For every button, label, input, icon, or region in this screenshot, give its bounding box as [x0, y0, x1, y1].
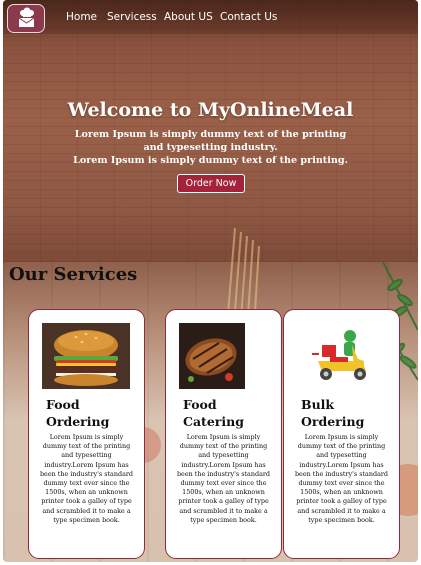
service-card-food-ordering: Food Ordering Lorem Ipsum is simply dumm… — [28, 309, 145, 559]
card-description: Lorem Ipsum is simply dummy text of the … — [176, 433, 271, 524]
card-title-line-2: Ordering — [46, 414, 110, 429]
card-description: Lorem Ipsum is simply dummy text of the … — [39, 433, 134, 524]
nav-contact-link[interactable]: Contact Us — [220, 11, 277, 23]
card-title-line-1: Food — [183, 397, 217, 412]
service-card-bulk-ordering: Bulk Ordering Lorem Ipsum is simply dumm… — [283, 309, 400, 559]
delivery-scooter-image — [292, 323, 380, 389]
grilled-meat-image — [179, 323, 245, 389]
page-frame: Home Servicess About US Contact Us Welco… — [3, 0, 418, 562]
service-card-food-catering: Food Catering Lorem Ipsum is simply dumm… — [165, 309, 282, 559]
card-title-line-2: Ordering — [301, 414, 365, 429]
card-title-line-1: Food — [46, 397, 80, 412]
card-title: Bulk Ordering — [301, 396, 396, 430]
nav-about-link[interactable]: About US — [164, 11, 213, 23]
hero-description-line-1: Lorem Ipsum is simply dummy text of the … — [74, 129, 347, 153]
hero-description: Lorem Ipsum is simply dummy text of the … — [73, 128, 348, 167]
navbar: Home Servicess About US Contact Us — [3, 0, 418, 34]
card-description: Lorem Ipsum is simply dummy text of the … — [294, 433, 389, 524]
card-title-line-1: Bulk — [301, 397, 335, 412]
burger-image — [42, 323, 130, 389]
nav-services-link[interactable]: Servicess — [107, 11, 157, 23]
card-title-line-2: Catering — [183, 414, 244, 429]
card-title: Food Ordering — [46, 396, 141, 430]
nav-home-link[interactable]: Home — [66, 11, 97, 23]
services-section-title: Our Services — [9, 264, 138, 285]
logo-icon[interactable] — [7, 4, 45, 33]
card-title: Food Catering — [183, 396, 278, 430]
hero-title: Welcome to MyOnlineMeal — [67, 99, 354, 121]
hero-description-line-2: Lorem Ipsum is simply dummy text of the … — [73, 155, 348, 166]
order-now-button[interactable]: Order Now — [177, 174, 245, 193]
